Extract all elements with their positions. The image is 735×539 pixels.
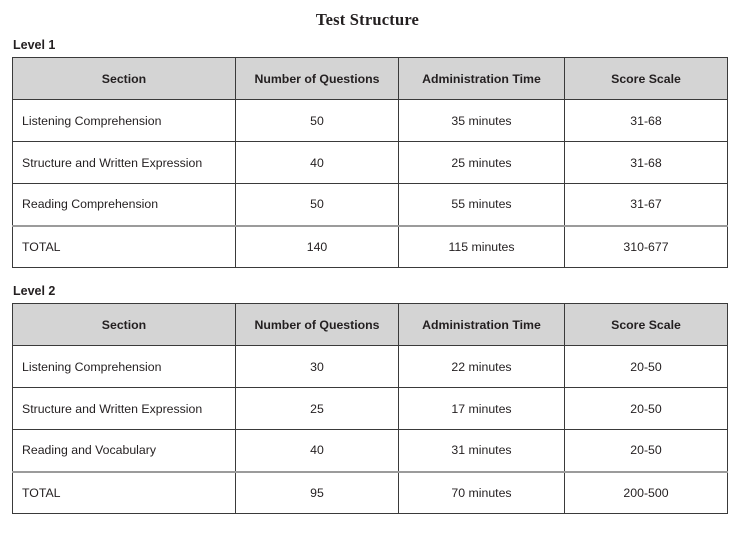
table-wrapper-level-2: Section Number of Questions Administrati… [0, 303, 735, 514]
cell-total-label: TOTAL [12, 224, 236, 268]
cell-time: 22 minutes [398, 345, 565, 388]
cell-questions: 40 [235, 429, 399, 472]
spacer-between-tables [0, 268, 735, 284]
column-header-section: Section [12, 57, 236, 100]
column-header-questions: Number of Questions [235, 303, 399, 346]
cell-scale: 31-68 [564, 99, 728, 142]
cell-section: Reading Comprehension [12, 183, 236, 226]
cell-total-questions: 140 [235, 224, 399, 268]
table-body-level-1: Listening Comprehension 50 35 minutes 31… [12, 99, 728, 268]
column-header-time: Administration Time [398, 57, 565, 100]
test-structure-table-level-2: Section Number of Questions Administrati… [12, 303, 728, 514]
cell-total-scale: 200-500 [564, 470, 728, 514]
table-wrapper-level-1: Section Number of Questions Administrati… [0, 57, 735, 268]
column-header-scale: Score Scale [564, 57, 728, 100]
cell-questions: 40 [235, 141, 399, 184]
table-row: Structure and Written Expression 25 17 m… [12, 387, 728, 430]
cell-scale: 20-50 [564, 429, 728, 472]
table-header-level-2: Section Number of Questions Administrati… [12, 303, 728, 346]
cell-total-time: 115 minutes [398, 224, 565, 268]
table-row: Reading Comprehension 50 55 minutes 31-6… [12, 183, 728, 226]
cell-total-label: TOTAL [12, 470, 236, 514]
table-body-level-2: Listening Comprehension 30 22 minutes 20… [12, 345, 728, 514]
table-header-row: Section Number of Questions Administrati… [12, 57, 728, 100]
column-header-section: Section [12, 303, 236, 346]
table-total-row: TOTAL 95 70 minutes 200-500 [12, 470, 728, 514]
cell-section: Structure and Written Expression [12, 141, 236, 184]
spacer-title [0, 30, 735, 38]
document-page: Test Structure Level 1 Section Number of… [0, 0, 735, 539]
cell-time: 35 minutes [398, 99, 565, 142]
cell-time: 25 minutes [398, 141, 565, 184]
table-header-row: Section Number of Questions Administrati… [12, 303, 728, 346]
cell-questions: 25 [235, 387, 399, 430]
column-header-scale: Score Scale [564, 303, 728, 346]
table-total-row: TOTAL 140 115 minutes 310-677 [12, 224, 728, 268]
cell-time: 31 minutes [398, 429, 565, 472]
column-header-time: Administration Time [398, 303, 565, 346]
cell-scale: 31-68 [564, 141, 728, 184]
table-row: Structure and Written Expression 40 25 m… [12, 141, 728, 184]
cell-section: Listening Comprehension [12, 99, 236, 142]
test-structure-table-level-1: Section Number of Questions Administrati… [12, 57, 728, 268]
cell-total-questions: 95 [235, 470, 399, 514]
cell-section: Listening Comprehension [12, 345, 236, 388]
cell-questions: 30 [235, 345, 399, 388]
page-title: Test Structure [315, 10, 420, 29]
cell-questions: 50 [235, 99, 399, 142]
cell-time: 17 minutes [398, 387, 565, 430]
table-label-level-2: Level 2 [13, 284, 56, 298]
table-row: Listening Comprehension 50 35 minutes 31… [12, 99, 728, 142]
cell-questions: 50 [235, 183, 399, 226]
table-header-level-1: Section Number of Questions Administrati… [12, 57, 728, 100]
table-label-level-1: Level 1 [13, 38, 56, 52]
cell-scale: 20-50 [564, 345, 728, 388]
table-row: Reading and Vocabulary 40 31 minutes 20-… [12, 429, 728, 472]
cell-section: Structure and Written Expression [12, 387, 236, 430]
column-header-questions: Number of Questions [235, 57, 399, 100]
cell-time: 55 minutes [398, 183, 565, 226]
cell-total-scale: 310-677 [564, 224, 728, 268]
table-row: Listening Comprehension 30 22 minutes 20… [12, 345, 728, 388]
cell-scale: 31-67 [564, 183, 728, 226]
cell-section: Reading and Vocabulary [12, 429, 236, 472]
cell-scale: 20-50 [564, 387, 728, 430]
cell-total-time: 70 minutes [398, 470, 565, 514]
